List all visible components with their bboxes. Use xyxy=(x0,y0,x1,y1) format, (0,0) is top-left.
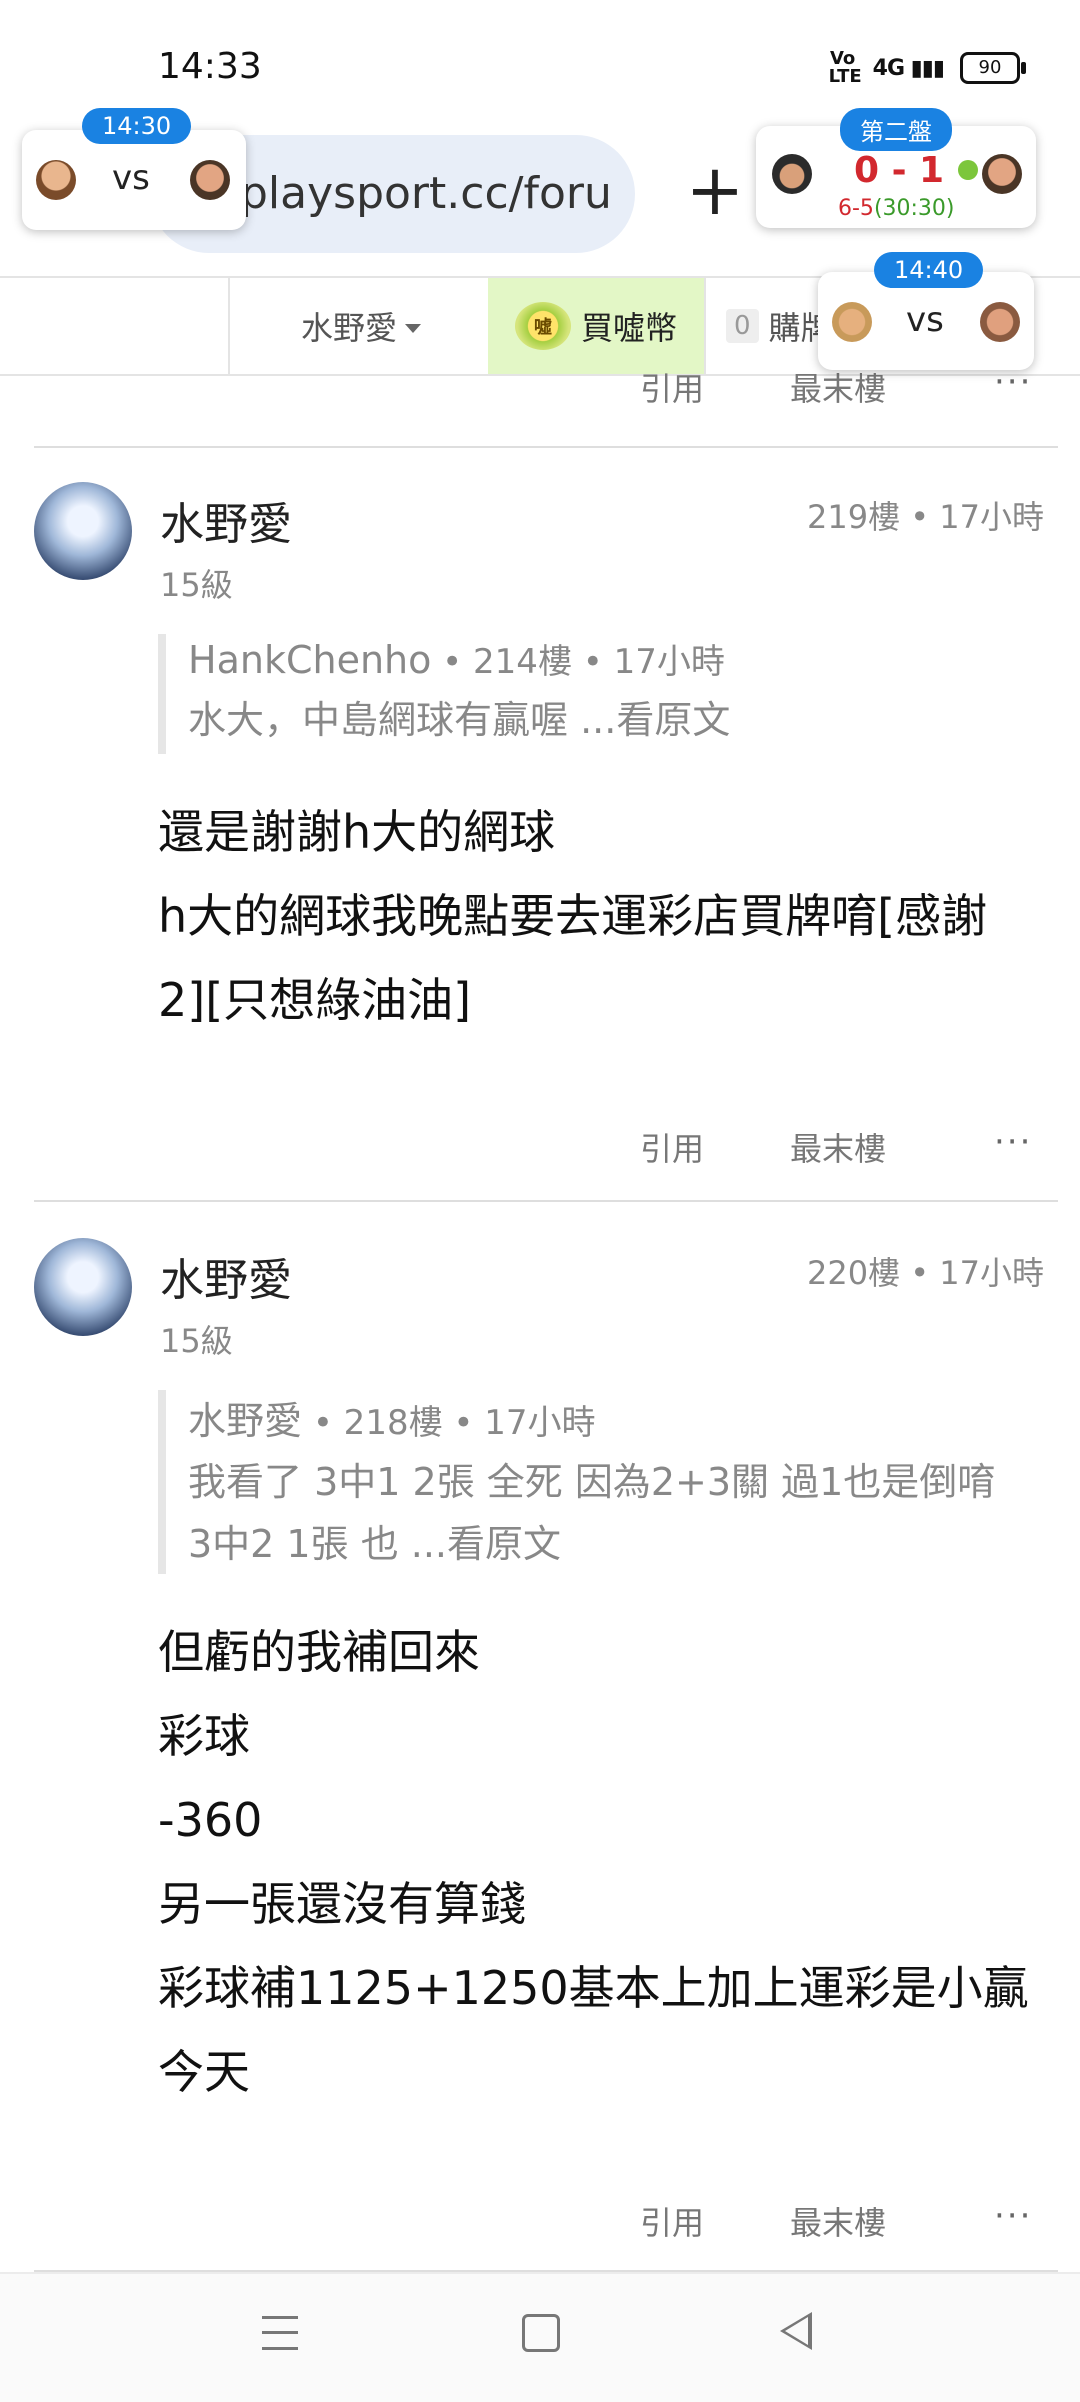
quote-button[interactable]: 引用 xyxy=(640,2198,704,2244)
match-time-badge: 14:40 xyxy=(874,252,984,288)
post-line: 2][只想綠油油] xyxy=(158,973,472,1027)
home-icon[interactable] xyxy=(522,2314,560,2352)
post-actions: 引用 最末樓 ··· xyxy=(0,1110,1080,1190)
avatar[interactable] xyxy=(34,482,132,580)
signal-icon: 4G ▮▮▮ xyxy=(872,55,945,81)
buy-count-badge: 0 xyxy=(726,309,759,343)
chevron-down-icon xyxy=(405,323,421,333)
vs-label: vs xyxy=(906,300,944,340)
live-ball-icon xyxy=(958,160,978,180)
quote-button[interactable]: 引用 xyxy=(640,364,704,410)
player-avatar xyxy=(190,160,230,200)
set-badge: 第二盤 xyxy=(840,108,952,151)
divider xyxy=(34,1200,1058,1202)
post-content: 但虧的我補回來 彩球 -360 另一張還沒有算錢 彩球補1125+1250基本上… xyxy=(158,1610,1038,2114)
floor-timestamp: 220樓 • 17小時 xyxy=(806,1254,1044,1292)
last-floor-button[interactable]: 最末樓 xyxy=(790,364,886,410)
status-bar: 14:33 Vo LTE 4G ▮▮▮ 90 xyxy=(0,0,1080,120)
quote-text: 我看了 3中1 2張 全死 因為2+3關 過1也是倒唷 3中2 1張 也 ...… xyxy=(188,1451,995,1575)
username[interactable]: 水野愛 xyxy=(160,488,292,552)
player-avatar xyxy=(980,302,1020,342)
avatar[interactable] xyxy=(34,1238,132,1336)
post-actions: 引用 最末樓 ··· xyxy=(0,2184,1080,2264)
quote-header: 水野愛 • 218樓 • 17小時 xyxy=(188,1390,995,1445)
games-score: 6-5 xyxy=(838,196,874,221)
quote-line: 我看了 3中1 2張 全死 因為2+3關 過1也是倒唷 xyxy=(188,1460,996,1504)
post-content: 還是謝謝h大的網球 h大的網球我晚點要去運彩店買牌唷[感謝 2][只想綠油油] xyxy=(158,790,1038,1042)
coin-icon: 噓 xyxy=(514,302,571,350)
player-avatar xyxy=(36,160,76,200)
player-avatar xyxy=(832,302,872,342)
post-line: 彩球補1125+1250基本上加上運彩是小贏 xyxy=(158,1961,1029,2015)
vs-label: vs xyxy=(112,158,150,198)
quote-header: HankChenho • 214樓 • 17小時 xyxy=(188,634,730,683)
new-tab-button[interactable]: + xyxy=(680,150,750,230)
quote-line: 3中2 1張 也 ...看原文 xyxy=(188,1522,562,1566)
floor-timestamp: 219樓 • 17小時 xyxy=(806,498,1044,536)
clock: 14:33 xyxy=(158,46,262,87)
battery-icon: 90 xyxy=(960,52,1026,84)
last-floor-button[interactable]: 最末樓 xyxy=(790,1124,886,1170)
quote-meta: • 218樓 • 17小時 xyxy=(302,1403,596,1443)
quote-author: HankChenho xyxy=(188,638,432,682)
more-icon[interactable]: ··· xyxy=(994,2196,1032,2236)
point-score: (30:30) xyxy=(873,196,955,221)
post-line: 另一張還沒有算錢 xyxy=(158,1877,526,1931)
match-card-left[interactable]: vs xyxy=(22,130,246,230)
post-line: 還是謝謝h大的網球 xyxy=(158,805,556,859)
menu-icon[interactable] xyxy=(262,2316,298,2350)
buy-coin-label: 買噓幣 xyxy=(580,309,677,347)
last-floor-button[interactable]: 最末樓 xyxy=(790,2198,886,2244)
match-time-badge: 14:30 xyxy=(82,108,192,144)
quote-button[interactable]: 引用 xyxy=(640,1124,704,1170)
more-icon[interactable]: ··· xyxy=(994,1122,1032,1162)
user-level: 15級 xyxy=(160,1322,233,1360)
system-nav-bar xyxy=(0,2272,1080,2402)
player-avatar xyxy=(772,154,812,194)
player-avatar xyxy=(982,154,1022,194)
post-line: h大的網球我晚點要去運彩店買牌唷[感謝 xyxy=(158,889,988,943)
quoted-post[interactable]: 水野愛 • 218樓 • 17小時 我看了 3中1 2張 全死 因為2+3關 過… xyxy=(158,1390,995,1574)
volte-icon: Vo LTE xyxy=(828,48,862,87)
divider xyxy=(34,446,1058,448)
quote-text: 水大，中島網球有贏喔 ...看原文 xyxy=(188,698,731,742)
post-line: -360 xyxy=(158,1793,263,1847)
quoted-post[interactable]: HankChenho • 214樓 • 17小時 水大，中島網球有贏喔 ...看… xyxy=(158,634,730,754)
post-line: 彩球 xyxy=(158,1709,250,1763)
set-score: 6-5(30:30) xyxy=(838,196,955,221)
post-line: 但虧的我補回來 xyxy=(158,1625,480,1679)
back-icon[interactable] xyxy=(780,2312,812,2350)
username[interactable]: 水野愛 xyxy=(160,1244,292,1308)
user-filter-label: 水野愛 xyxy=(300,309,397,347)
post-line: 今天 xyxy=(158,2045,250,2099)
user-level: 15級 xyxy=(160,566,233,604)
quote-meta: • 214樓 • 17小時 xyxy=(431,642,725,682)
url-text[interactable]: playsport.cc/foru xyxy=(240,168,612,219)
quote-author: 水野愛 xyxy=(188,1399,303,1443)
status-icons: Vo LTE 4G ▮▮▮ 90 xyxy=(828,48,1026,87)
match-score: 0 - 1 xyxy=(854,150,945,191)
